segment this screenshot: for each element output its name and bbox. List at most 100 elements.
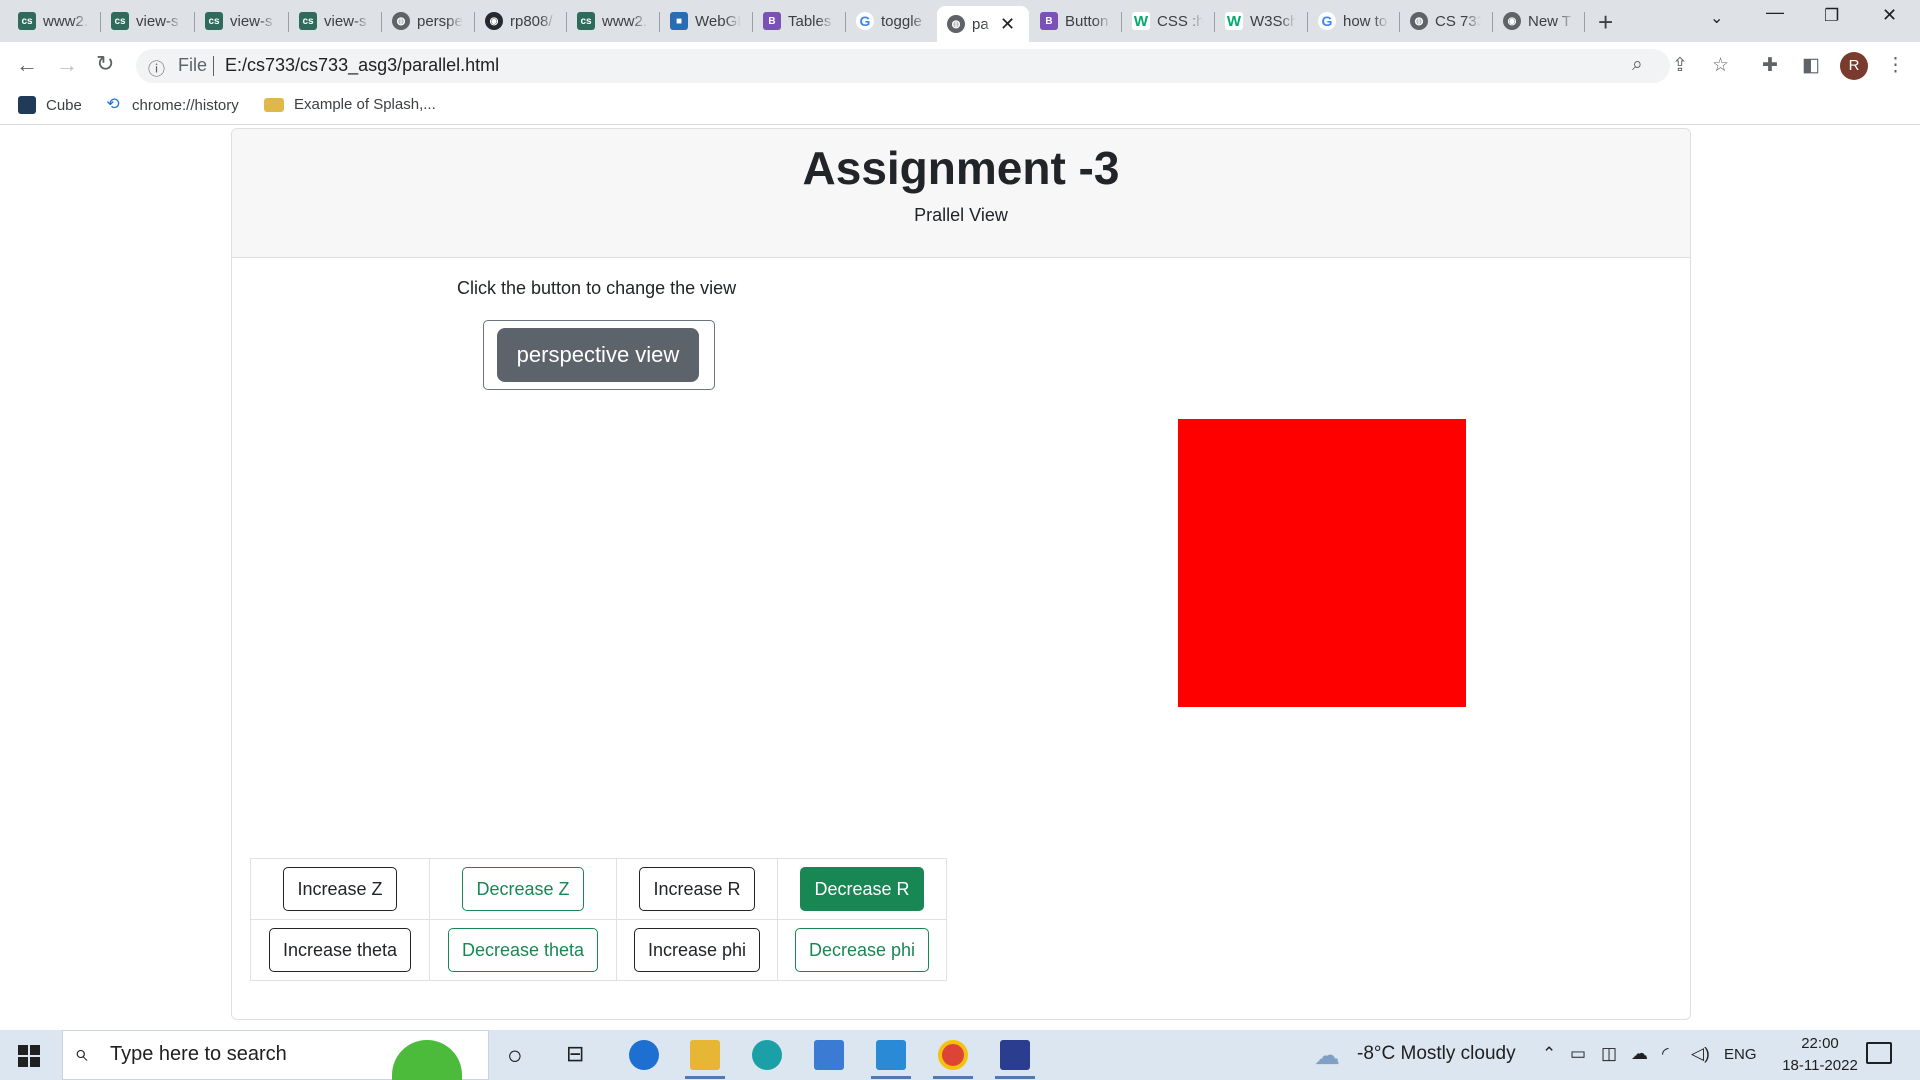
battery-icon[interactable]: ▭ (1570, 1044, 1586, 1064)
reload-icon[interactable]: ↻ (96, 51, 114, 77)
scheme-label: File (178, 55, 208, 75)
increase-z-button[interactable]: Increase Z (283, 867, 397, 911)
task-view-icon[interactable]: ⊟ (566, 1041, 584, 1067)
bootstrap-icon: B (1040, 12, 1058, 30)
w3schools-icon: W (1132, 12, 1150, 30)
back-icon[interactable]: ← (16, 52, 38, 78)
globe-icon: ◍ (392, 12, 410, 30)
weather-text[interactable]: -8°C Mostly cloudy (1357, 1043, 1516, 1065)
weather-cloud-icon[interactable]: ☁ (1314, 1040, 1340, 1071)
browser-tab[interactable]: ◉ rp808/ (475, 6, 565, 36)
decrease-theta-button[interactable]: Decrease theta (447, 928, 599, 972)
instruction-text: Click the button to change the view (457, 278, 737, 298)
browser-tab[interactable]: G toggle (846, 6, 936, 36)
decrease-phi-button[interactable]: Decrease phi (794, 928, 930, 972)
browser-tab[interactable]: ◍ perspe (382, 6, 472, 36)
page-subtitle: Prallel View (914, 205, 1008, 225)
windows-start-icon[interactable] (18, 1045, 40, 1067)
globe-icon: ◍ (947, 15, 965, 33)
decrease-z-button[interactable]: Decrease Z (462, 867, 584, 911)
language-indicator[interactable]: ENG (1724, 1046, 1757, 1063)
google-icon: G (1318, 12, 1336, 30)
running-indicator (871, 1076, 911, 1079)
cs-icon: cs (299, 12, 317, 30)
forward-icon[interactable]: → (56, 52, 78, 78)
volume-icon[interactable]: ◁) (1691, 1044, 1710, 1064)
folder-icon (264, 97, 284, 112)
browser-tab[interactable]: B Tables (753, 6, 843, 36)
browser-tab[interactable]: W CSS :h (1122, 6, 1212, 36)
onedrive-cloud-icon[interactable]: ☁ (1631, 1044, 1648, 1064)
chrome-icon: ◉ (1503, 12, 1521, 30)
profile-avatar[interactable]: R (1840, 52, 1868, 80)
app-window-icon[interactable] (1000, 1040, 1030, 1070)
zoom-icon[interactable]: ⌕ (1632, 54, 1643, 76)
chrome-taskbar-icon[interactable] (938, 1040, 968, 1070)
site-info-icon[interactable]: ⓘ (148, 55, 165, 80)
w3schools-icon: W (1225, 12, 1243, 30)
meet-now-icon[interactable]: ◫ (1601, 1044, 1617, 1064)
vscode-icon[interactable] (876, 1040, 906, 1070)
browser-tab[interactable]: ■ WebGL (660, 6, 750, 36)
increase-theta-button[interactable]: Increase theta (268, 928, 412, 972)
browser-tab[interactable]: ◉ New T (1493, 6, 1583, 36)
notification-center-icon[interactable] (1866, 1042, 1892, 1064)
controls-row: Increase Z Decrease Z Increase R Decreas… (250, 858, 947, 920)
browser-tab[interactable]: ◍ CS 733 (1400, 6, 1490, 36)
store-icon[interactable] (814, 1040, 844, 1070)
red-square-canvas (1178, 419, 1466, 707)
browser-tab[interactable]: cs www2. (567, 6, 657, 36)
browser-tab[interactable]: W W3Sch (1215, 6, 1305, 36)
cs-icon: cs (205, 12, 223, 30)
controls-table: Increase Z Decrease Z Increase R Decreas… (250, 858, 947, 981)
restore-icon[interactable]: ❐ (1824, 6, 1839, 26)
cube-icon (18, 96, 36, 114)
browser-tab[interactable]: cs www2. (8, 6, 98, 36)
minimize-icon[interactable]: — (1766, 2, 1784, 23)
bookmark-splash[interactable]: Example of Splash,... (264, 96, 436, 113)
edge-icon[interactable] (752, 1040, 782, 1070)
cortana-icon[interactable]: ○ (507, 1040, 523, 1071)
browser-tab[interactable]: G how to (1308, 6, 1398, 36)
perspective-view-button[interactable]: perspective view (497, 328, 699, 382)
new-tab-button[interactable]: + (1598, 7, 1613, 38)
history-icon: ⟲ (104, 96, 122, 114)
address-divider (213, 56, 214, 76)
browser-tab[interactable]: cs view-s (289, 6, 379, 36)
url-text[interactable]: E:/cs733/cs733_asg3/parallel.html (225, 55, 499, 76)
tab-search-chevron-icon[interactable]: ⌄ (1710, 8, 1723, 28)
browser-tab[interactable]: cs view-s (195, 6, 285, 36)
extensions-icon[interactable]: ✚ (1762, 54, 1778, 77)
browser-tab-active[interactable]: ◍ pa ✕ (937, 6, 1029, 42)
browser-tab[interactable]: B Button (1030, 6, 1120, 36)
bookmark-star-icon[interactable]: ☆ (1712, 54, 1729, 77)
bookmark-history[interactable]: ⟲ chrome://history (104, 96, 239, 114)
close-window-icon[interactable]: ✕ (1882, 5, 1897, 26)
clock-date[interactable]: 18-11-2022 (1766, 1057, 1874, 1074)
bootstrap-icon: B (763, 12, 781, 30)
controls-row: Increase theta Decrease theta Increase p… (250, 919, 947, 981)
running-indicator (685, 1076, 725, 1079)
menu-kebab-icon[interactable]: ⋮ (1886, 54, 1905, 77)
clock-time[interactable]: 22:00 (1790, 1035, 1850, 1052)
browser-tab[interactable]: cs view-s (101, 6, 191, 36)
search-icon: ⌕ (74, 1040, 88, 1067)
increase-phi-button[interactable]: Increase phi (633, 928, 761, 972)
side-panel-icon[interactable]: ◧ (1802, 54, 1820, 77)
wifi-icon[interactable]: ◜ (1662, 1044, 1669, 1064)
cs-icon: cs (18, 12, 36, 30)
bookmark-cube[interactable]: Cube (18, 96, 82, 114)
globe-icon: ◍ (1410, 12, 1428, 30)
cube-icon: ■ (670, 12, 688, 30)
file-explorer-icon[interactable] (690, 1040, 720, 1070)
cs-icon: cs (111, 12, 129, 30)
increase-r-button[interactable]: Increase R (639, 867, 755, 911)
running-indicator (995, 1076, 1035, 1079)
cs-icon: cs (577, 12, 595, 30)
decrease-r-button[interactable]: Decrease R (800, 867, 924, 911)
card-header: Assignment -3 Prallel View (232, 129, 1690, 258)
pinned-app-icon[interactable] (629, 1040, 659, 1070)
close-tab-icon[interactable]: ✕ (1000, 14, 1015, 35)
share-icon[interactable]: ⇪ (1672, 54, 1688, 77)
show-hidden-icons-chevron-icon[interactable]: ⌃ (1542, 1044, 1556, 1064)
